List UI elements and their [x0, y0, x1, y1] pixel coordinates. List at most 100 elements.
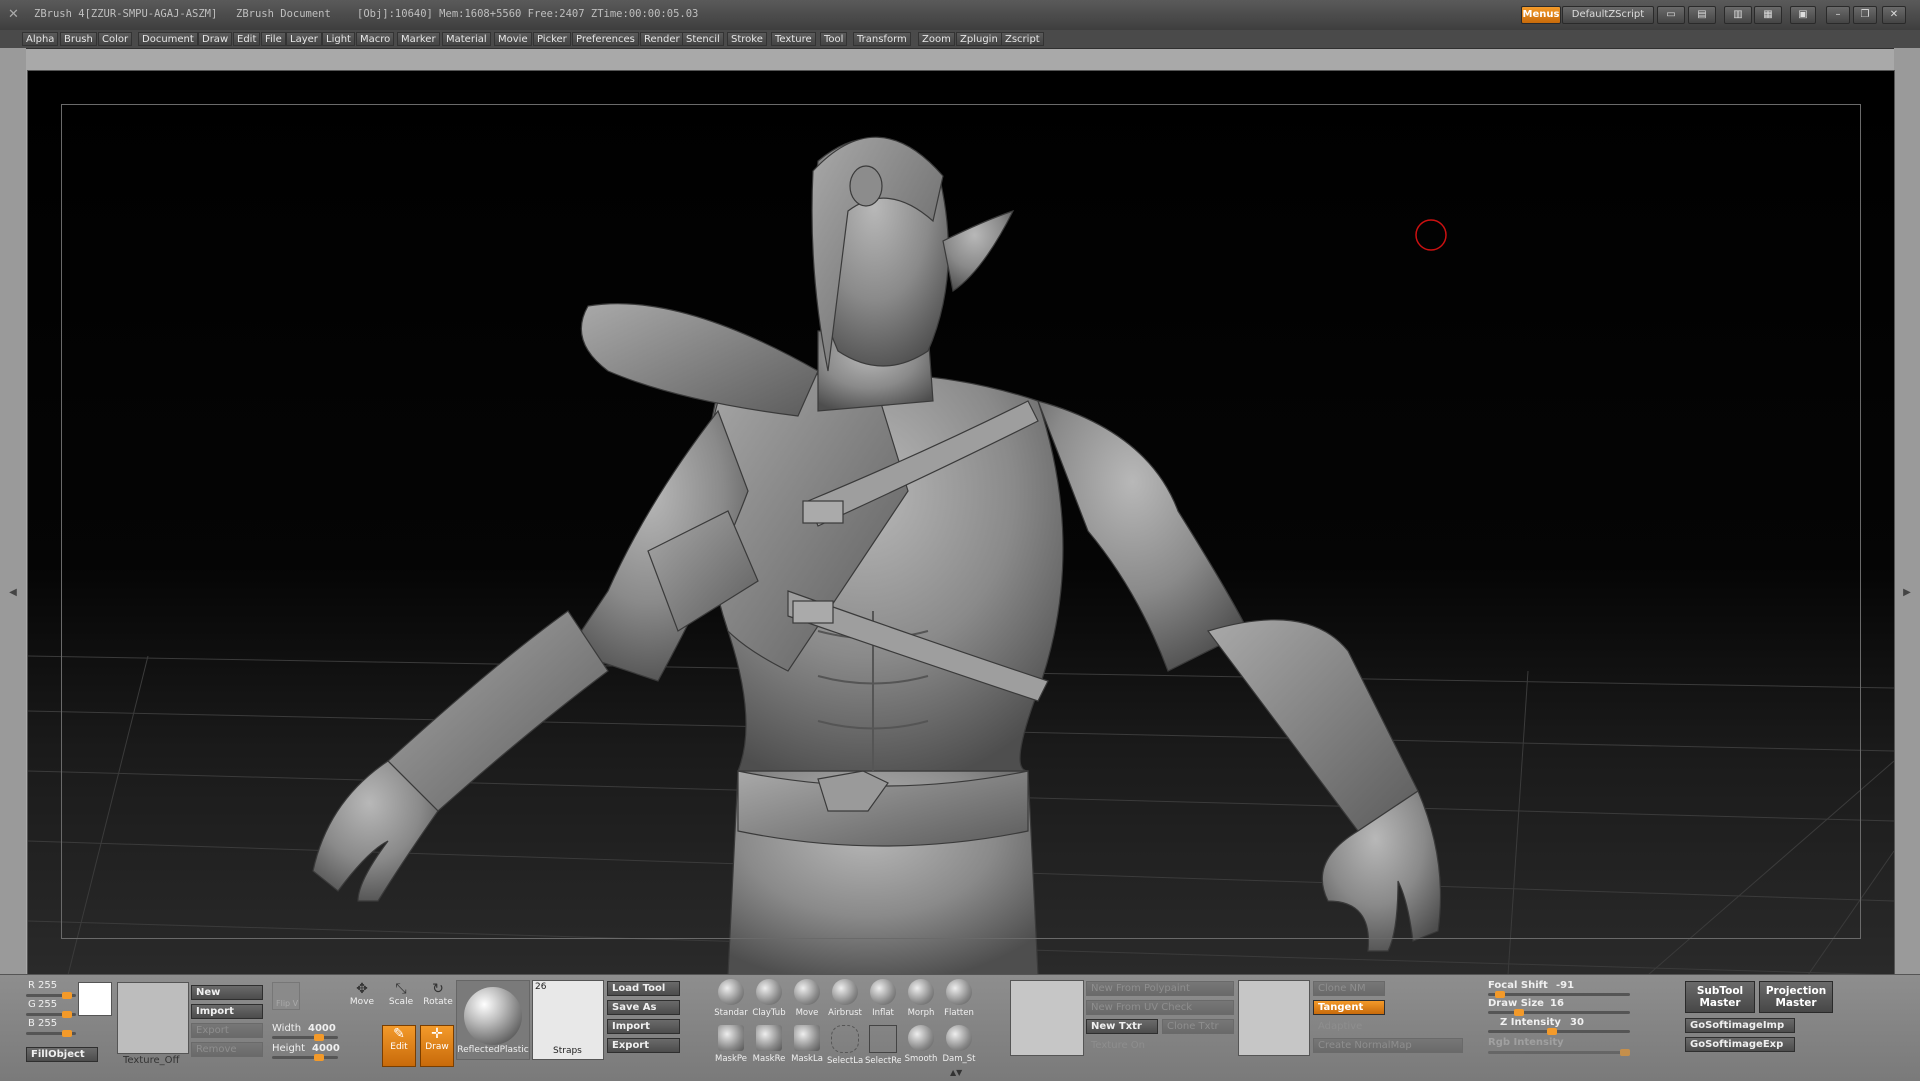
document-canvas[interactable] — [27, 70, 1895, 976]
menu-material[interactable]: Material — [442, 32, 491, 46]
brush-standard[interactable]: Standar — [713, 979, 749, 1025]
menu-render[interactable]: Render — [640, 32, 684, 46]
menu-stroke[interactable]: Stroke — [727, 32, 767, 46]
create-normalmap-button[interactable]: Create NormalMap — [1313, 1038, 1463, 1053]
menu-zplugin[interactable]: Zplugin — [956, 32, 1002, 46]
tangent-toggle[interactable]: Tangent — [1313, 1000, 1385, 1015]
menu-stencil[interactable]: Stencil — [682, 32, 724, 46]
brush-inflat[interactable]: Inflat — [865, 979, 901, 1025]
layout-icon[interactable]: ▭ — [1657, 6, 1685, 24]
brush-claytubes[interactable]: ClayTub — [751, 979, 787, 1025]
draw-button[interactable]: ✛ Draw — [420, 1025, 454, 1067]
interface-icon[interactable]: ▤ — [1688, 6, 1716, 24]
right-tray-toggle-icon[interactable]: ▶ — [1902, 578, 1912, 608]
focal-shift-slider[interactable] — [1488, 991, 1630, 998]
tray-collapse-icon[interactable]: ▲▼ — [950, 1068, 962, 1077]
brush-flatten[interactable]: Flatten — [941, 979, 977, 1025]
g-slider[interactable] — [26, 1011, 76, 1018]
texture-new-button[interactable]: New — [191, 985, 263, 1000]
adaptive-toggle[interactable]: Adaptive — [1313, 1019, 1385, 1034]
menu-macro[interactable]: Macro — [356, 32, 395, 46]
b-slider[interactable] — [26, 1030, 76, 1037]
alpha-thumbnail[interactable]: 26 Straps — [532, 980, 604, 1060]
brush-damstandard[interactable]: Dam_St — [941, 1025, 977, 1071]
subtool-master-button[interactable]: SubTool Master — [1685, 981, 1755, 1013]
menu-light[interactable]: Light — [322, 32, 355, 46]
new-from-uv-check-button[interactable]: New From UV Check — [1086, 1000, 1234, 1015]
texture-export-button[interactable]: Export — [191, 1023, 263, 1038]
new-from-polypaint-button[interactable]: New From Polypaint — [1086, 981, 1234, 996]
normal-map-thumbnail[interactable] — [1238, 980, 1310, 1056]
color-palette-icon[interactable]: ▦ — [1754, 6, 1782, 24]
texture-on-toggle[interactable]: Texture On — [1086, 1038, 1158, 1053]
main-color-swatch[interactable] — [78, 982, 112, 1016]
new-txtr-button[interactable]: New Txtr — [1086, 1019, 1158, 1034]
fill-object-button[interactable]: FillObject — [26, 1047, 98, 1062]
projection-master-button[interactable]: Projection Master — [1759, 981, 1833, 1013]
left-tray-toggle-icon[interactable]: ◀ — [8, 578, 18, 608]
draw-size-slider[interactable] — [1488, 1009, 1630, 1016]
z-intensity-slider[interactable] — [1488, 1028, 1630, 1035]
rgb-intensity-slider[interactable] — [1488, 1049, 1630, 1056]
menu-marker[interactable]: Marker — [397, 32, 440, 46]
g-label: G — [28, 999, 36, 1010]
menu-brush[interactable]: Brush — [60, 32, 97, 46]
tool-import-button[interactable]: Import — [607, 1019, 680, 1034]
menu-color[interactable]: Color — [98, 32, 133, 46]
scale-icon: ⤡ — [395, 981, 407, 997]
load-tool-button[interactable]: Load Tool — [607, 981, 680, 996]
texture-thumbnail[interactable] — [117, 982, 189, 1054]
menu-movie[interactable]: Movie — [494, 32, 532, 46]
scale-button[interactable]: ⤡ Scale — [386, 981, 416, 1017]
gosoftimage-imp-button[interactable]: GoSoftimageImp — [1685, 1018, 1795, 1033]
palette-icon[interactable]: ▥ — [1724, 6, 1752, 24]
edit-button[interactable]: ✎ Edit — [382, 1025, 416, 1067]
material-thumbnail[interactable]: ReflectedPlastic — [456, 980, 530, 1060]
default-zscript-button[interactable]: DefaultZScript — [1562, 6, 1654, 24]
gosoftimage-exp-button[interactable]: GoSoftimageExp — [1685, 1037, 1795, 1052]
texture-map-thumbnail[interactable] — [1010, 980, 1084, 1056]
brush-inflat-icon — [870, 979, 896, 1005]
menu-picker[interactable]: Picker — [533, 32, 571, 46]
rotate-button[interactable]: ↻ Rotate — [422, 981, 454, 1017]
texture-remove-button[interactable]: Remove — [191, 1042, 263, 1057]
close-icon[interactable]: ✕ — [1882, 6, 1906, 24]
brush-masklasso[interactable]: MaskLa — [789, 1025, 825, 1071]
menu-edit[interactable]: Edit — [233, 32, 261, 46]
brush-selectrect[interactable]: SelectRe — [865, 1025, 901, 1071]
r-slider[interactable] — [26, 992, 76, 999]
minimize-icon[interactable]: – — [1826, 6, 1850, 24]
save-as-button[interactable]: Save As — [607, 1000, 680, 1015]
brush-maskrect[interactable]: MaskRe — [751, 1025, 787, 1071]
brush-maskpen[interactable]: MaskPe — [713, 1025, 749, 1071]
lock-icon[interactable]: ▣ — [1790, 6, 1816, 24]
menu-tool[interactable]: Tool — [820, 32, 848, 46]
brush-selectlasso[interactable]: SelectLa — [827, 1025, 863, 1071]
height-slider[interactable] — [272, 1054, 338, 1061]
menu-zscript[interactable]: Zscript — [1001, 32, 1044, 46]
texture-import-button[interactable]: Import — [191, 1004, 263, 1019]
brush-airbrush[interactable]: Airbrust — [827, 979, 863, 1025]
menu-layer[interactable]: Layer — [286, 32, 322, 46]
move-button[interactable]: ✥ Move — [347, 981, 377, 1017]
menu-alpha[interactable]: Alpha — [22, 32, 59, 46]
g-value: 255 — [38, 999, 58, 1010]
brush-move[interactable]: Move — [789, 979, 825, 1025]
tool-export-button[interactable]: Export — [607, 1038, 680, 1053]
menu-texture[interactable]: Texture — [771, 32, 816, 46]
menu-transform[interactable]: Transform — [853, 32, 911, 46]
restore-icon[interactable]: ❐ — [1853, 6, 1877, 24]
menu-document[interactable]: Document — [138, 32, 198, 46]
brush-smooth[interactable]: Smooth — [903, 1025, 939, 1071]
flip-v-button[interactable]: Flip V — [272, 982, 300, 1010]
left-shelf: ◀ — [0, 48, 26, 974]
clone-txtr-button[interactable]: Clone Txtr — [1162, 1019, 1234, 1034]
menus-button[interactable]: Menus — [1521, 6, 1561, 24]
menu-zoom[interactable]: Zoom — [918, 32, 955, 46]
menu-draw[interactable]: Draw — [198, 32, 233, 46]
brush-morph[interactable]: Morph — [903, 979, 939, 1025]
menu-preferences[interactable]: Preferences — [572, 32, 639, 46]
width-slider[interactable] — [272, 1034, 338, 1041]
clone-nm-button[interactable]: Clone NM — [1313, 981, 1385, 996]
menu-file[interactable]: File — [261, 32, 286, 46]
